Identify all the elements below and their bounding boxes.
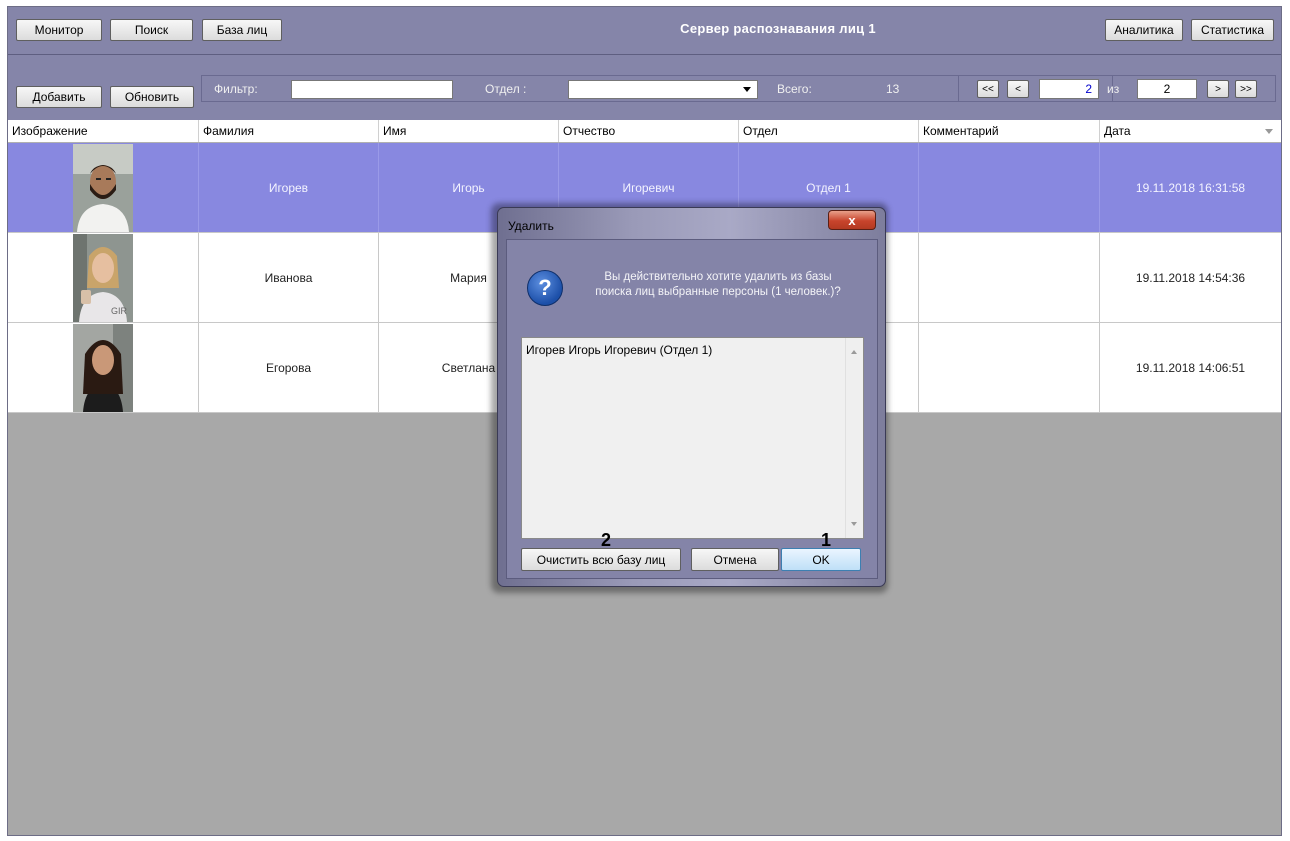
total-label: Всего:	[777, 82, 812, 96]
date-cell: 19.11.2018 16:31:58	[1135, 180, 1246, 195]
search-button[interactable]: Поиск	[110, 19, 193, 41]
page-of-label: из	[1107, 82, 1120, 96]
col-department[interactable]: Отдел	[739, 120, 919, 142]
close-button[interactable]: x	[828, 210, 876, 230]
first-page-button[interactable]: <<	[977, 80, 999, 98]
lastname-cell: Иванова	[199, 233, 379, 322]
delete-dialog: Удалить x ? Вы действительно хотите удал…	[497, 207, 886, 587]
persons-listbox[interactable]: Игорев Игорь Игоревич (Отдел 1)	[521, 337, 864, 539]
server-title: Сервер распознавания лиц 1	[680, 21, 876, 36]
page-total: 2	[1137, 79, 1197, 99]
comment-cell	[919, 323, 1100, 412]
photo-cell: GIR	[8, 233, 199, 322]
col-middlename[interactable]: Отчество	[559, 120, 739, 142]
pager: << < 2 из 2 > >>	[958, 75, 1276, 102]
refresh-button[interactable]: Обновить	[110, 86, 194, 108]
question-icon: ?	[527, 270, 563, 306]
prev-page-button[interactable]: <	[1007, 80, 1029, 98]
photo-cell	[8, 143, 199, 232]
chevron-down-icon	[743, 87, 751, 92]
face-photo	[73, 323, 133, 412]
next-page-button[interactable]: >	[1207, 80, 1229, 98]
add-button[interactable]: Добавить	[16, 86, 102, 108]
comment-cell	[919, 143, 1100, 232]
dept-label: Отдел :	[485, 82, 527, 96]
page-input[interactable]: 2	[1039, 79, 1099, 99]
col-firstname[interactable]: Имя	[379, 120, 559, 142]
list-item[interactable]: Игорев Игорь Игоревич (Отдел 1)	[526, 343, 712, 357]
dialog-title: Удалить	[508, 219, 554, 233]
date-cell: 19.11.2018 14:06:51	[1135, 360, 1246, 375]
col-image[interactable]: Изображение	[8, 120, 199, 142]
sort-icon	[1265, 129, 1273, 134]
monitor-button[interactable]: Монитор	[16, 19, 102, 41]
svg-text:GIR: GIR	[111, 306, 128, 316]
face-server-window: Монитор Поиск База лиц Сервер распознава…	[7, 6, 1282, 836]
scroll-down-icon[interactable]	[851, 522, 857, 526]
statistics-button[interactable]: Статистика	[1191, 19, 1274, 41]
filter-label: Фильтр:	[214, 82, 258, 96]
comment-cell	[919, 233, 1100, 322]
filter-toolbar: Добавить Обновить Фильтр: Отдел : Всего:…	[8, 55, 1281, 121]
facebase-button[interactable]: База лиц	[202, 19, 282, 41]
scroll-up-icon[interactable]	[851, 350, 857, 354]
listbox-scrollbar[interactable]	[845, 338, 863, 538]
cancel-button[interactable]: Отмена	[691, 548, 779, 571]
dialog-message-line1: Вы действительно хотите удалить из базы	[604, 271, 832, 283]
lastname-cell: Игорев	[199, 143, 379, 232]
close-icon: x	[848, 212, 856, 228]
filter-input[interactable]	[291, 80, 453, 99]
col-date-label: Дата	[1104, 124, 1131, 138]
total-value: 13	[886, 82, 900, 96]
dialog-message-line2: поиска лиц выбранные персоны (1 человек.…	[595, 286, 841, 298]
analytics-button[interactable]: Аналитика	[1105, 19, 1183, 41]
table-header: Изображение Фамилия Имя Отчество Отдел К…	[8, 120, 1281, 143]
dialog-body: ? Вы действительно хотите удалить из баз…	[506, 239, 878, 579]
col-date[interactable]: Дата	[1100, 120, 1281, 142]
dept-select[interactable]	[568, 80, 758, 99]
ok-button[interactable]: OK	[781, 548, 861, 571]
lastname-cell: Егорова	[199, 323, 379, 412]
face-photo	[73, 143, 133, 232]
photo-cell	[8, 323, 199, 412]
face-photo: GIR	[73, 233, 133, 322]
top-toolbar: Монитор Поиск База лиц Сервер распознава…	[8, 7, 1281, 55]
clear-all-button[interactable]: Очистить всю базу лиц	[521, 548, 681, 571]
last-page-button[interactable]: >>	[1235, 80, 1257, 98]
col-comment[interactable]: Комментарий	[919, 120, 1100, 142]
dialog-message: Вы действительно хотите удалить из базы …	[573, 270, 863, 300]
col-lastname[interactable]: Фамилия	[199, 120, 379, 142]
date-cell: 19.11.2018 14:54:36	[1135, 270, 1246, 285]
